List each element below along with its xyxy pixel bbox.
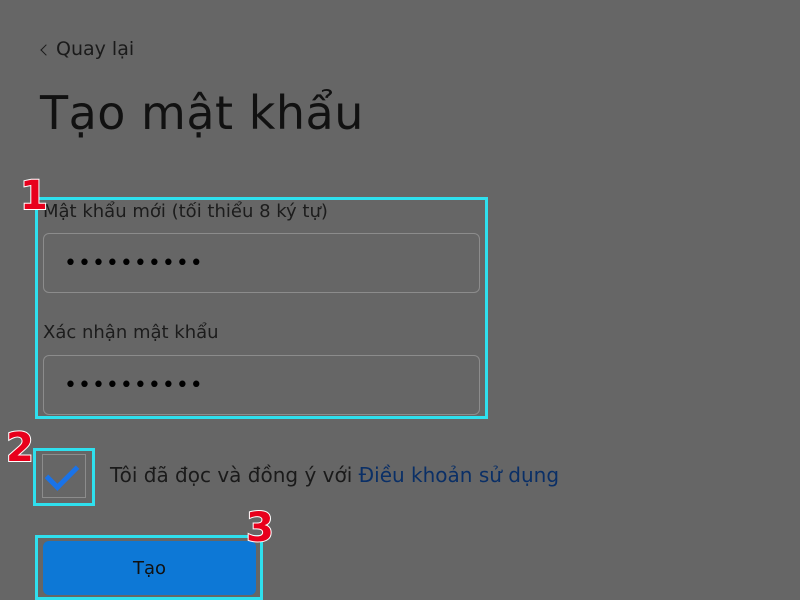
- step-1-highlight: [35, 197, 488, 419]
- step-2-number: 2: [5, 425, 35, 471]
- step-3-number: 3: [245, 505, 275, 551]
- step-2-highlight: [33, 448, 95, 506]
- back-link[interactable]: Quay lại: [40, 38, 135, 60]
- terms-agreement-label: Tôi đã đọc và đồng ý với: [110, 463, 359, 487]
- chevron-left-icon: [40, 43, 52, 56]
- create-password-page: Quay lại Tạo mật khẩu Mật khẩu mới (tối …: [0, 0, 800, 600]
- back-link-label: Quay lại: [56, 38, 135, 60]
- step-3-highlight: [35, 535, 263, 600]
- terms-agreement-text: Tôi đã đọc và đồng ý với Điều khoản sử d…: [110, 463, 559, 487]
- page-title: Tạo mật khẩu: [40, 86, 364, 140]
- terms-of-use-link[interactable]: Điều khoản sử dụng: [359, 463, 559, 487]
- step-1-number: 1: [19, 173, 49, 219]
